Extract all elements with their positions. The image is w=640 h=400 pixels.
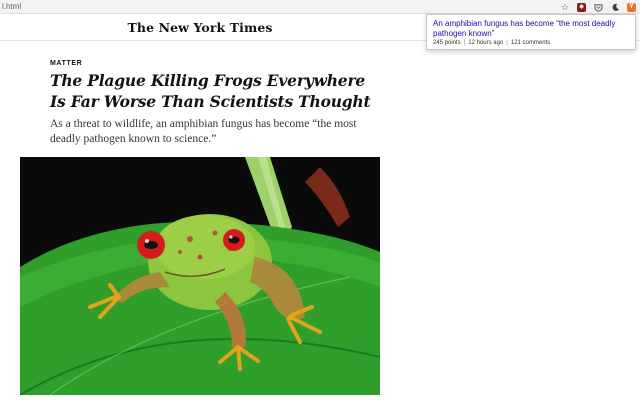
headline-line-2: Is Far Worse Than Scientists Thought	[50, 92, 371, 111]
url-bar[interactable]: l.html	[2, 2, 21, 12]
article-headline: The Plague Killing Frogs Everywhere Is F…	[50, 70, 390, 112]
nyt-logo[interactable]: The New York Times	[0, 20, 400, 35]
hn-story-link[interactable]: An amphibian fungus has become “the most…	[433, 19, 629, 38]
hn-points: 245 points	[433, 40, 461, 46]
headline-line-1: The Plague Killing Frogs Everywhere	[50, 71, 366, 90]
frog-photo	[20, 157, 380, 395]
hn-story-meta: 245 points | 12 hours ago | 121 comments	[433, 40, 551, 46]
browser-toolbar: l.html ☆ ◆ Y	[0, 0, 640, 14]
hn-time: 12 hours ago	[468, 40, 504, 46]
article-kicker[interactable]: MATTER	[50, 60, 82, 67]
star-icon[interactable]: ☆	[560, 2, 570, 12]
hn-extension-icon[interactable]: Y	[627, 2, 636, 12]
article-summary: As a threat to wildlife, an amphibian fu…	[50, 118, 357, 145]
toolbar-icons: ☆ ◆ Y	[560, 2, 636, 12]
hn-popup: An amphibian fungus has become “the most…	[426, 14, 636, 50]
extension-icon[interactable]: ◆	[577, 2, 586, 12]
dark-mode-icon[interactable]	[610, 2, 620, 12]
pocket-icon[interactable]	[593, 2, 603, 12]
hn-comments-link[interactable]: 121 comments	[511, 40, 550, 46]
